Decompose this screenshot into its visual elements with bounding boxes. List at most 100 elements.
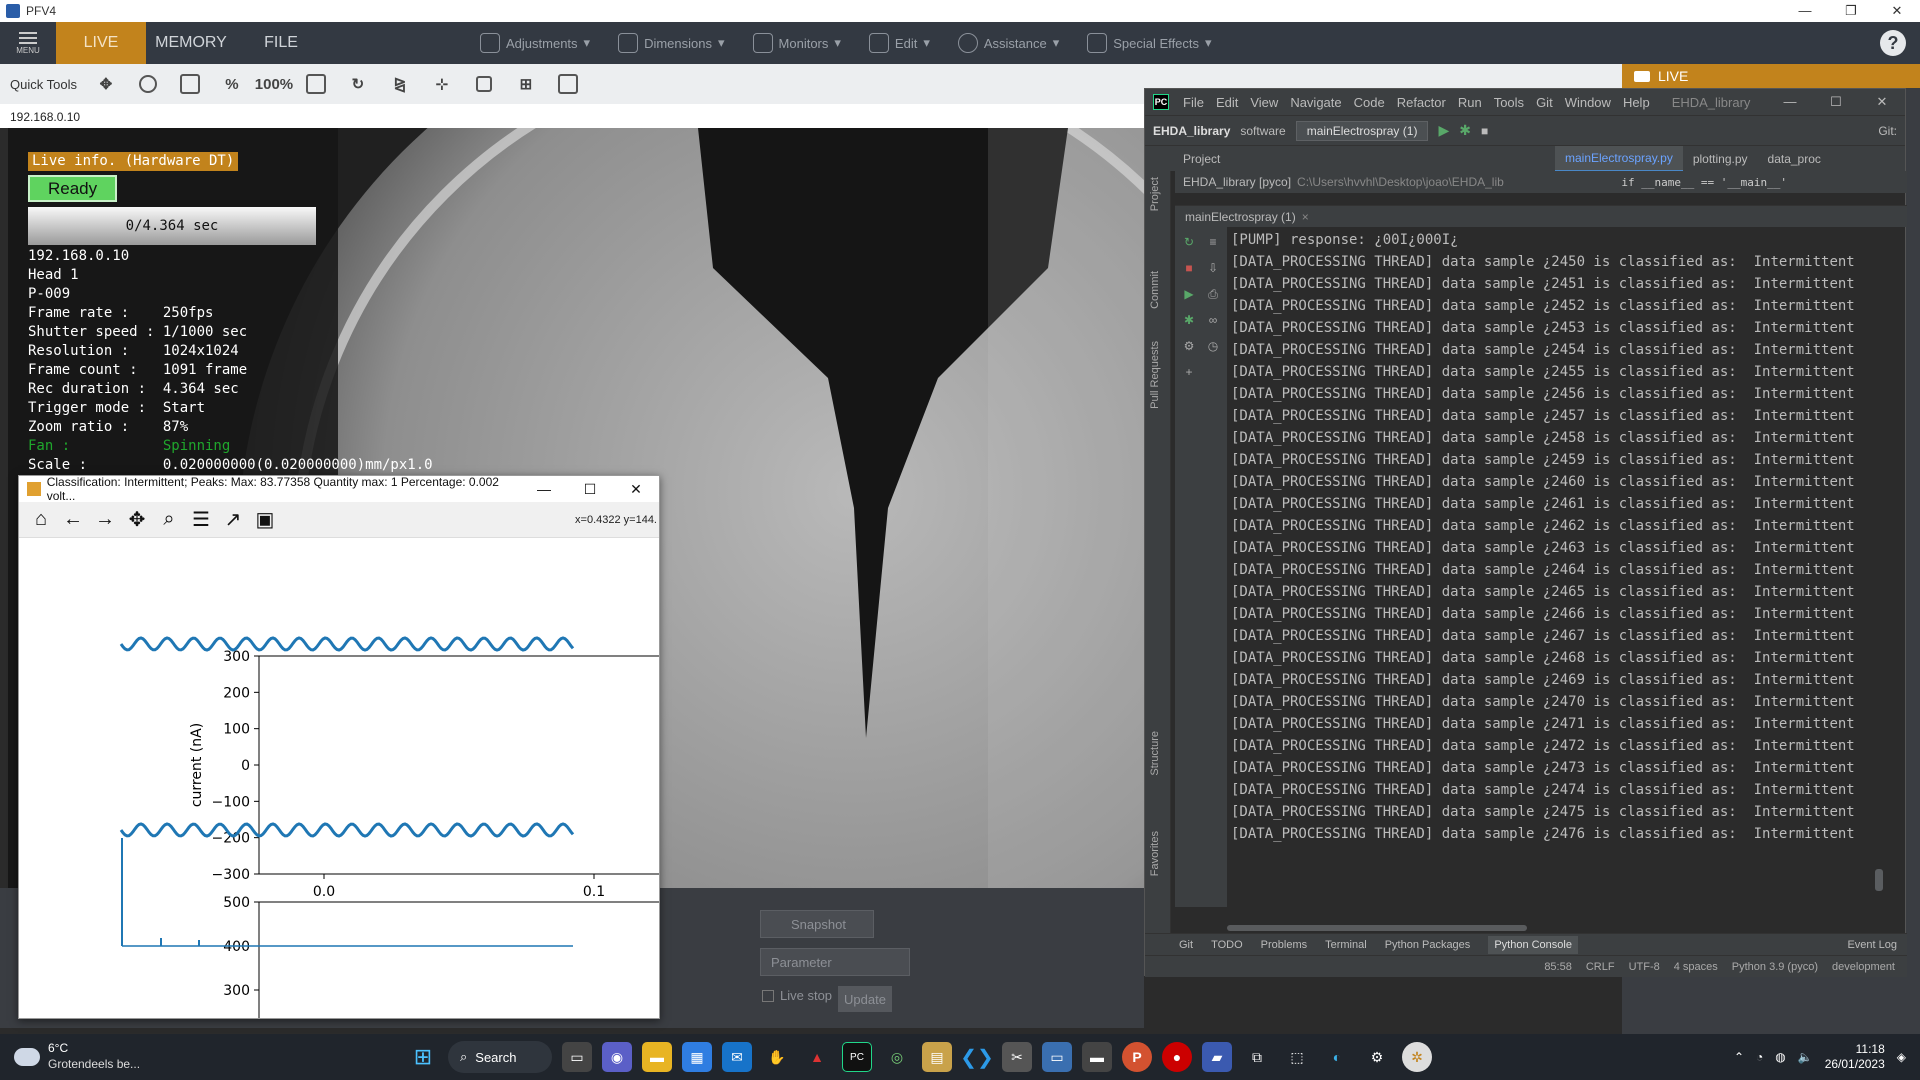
tab-live[interactable]: LIVE: [56, 22, 146, 64]
line-separator[interactable]: CRLF: [1586, 961, 1615, 973]
taskbar-search[interactable]: ⌕ Search: [448, 1041, 552, 1073]
split-4-icon[interactable]: ⊞: [509, 69, 543, 99]
mail-icon[interactable]: ✉: [722, 1042, 752, 1072]
teams-icon[interactable]: ◉: [602, 1042, 632, 1072]
network-app-icon[interactable]: ⧉: [1242, 1042, 1272, 1072]
run-console[interactable]: [PUMP] response: ¿00I¿000I¿ [DATA_PROCESS…: [1227, 227, 1887, 907]
menu-file[interactable]: File: [1177, 95, 1210, 110]
globe-icon[interactable]: ◍: [1775, 1050, 1785, 1064]
configure-icon[interactable]: ☰: [189, 508, 213, 532]
lock-icon[interactable]: [467, 69, 501, 99]
history-icon[interactable]: ◷: [1201, 335, 1225, 357]
minimize-button[interactable]: —: [1782, 3, 1828, 19]
forward-icon[interactable]: →: [93, 508, 117, 532]
menu-monitors[interactable]: Monitors ▾: [739, 22, 855, 64]
settings-icon[interactable]: ⚙: [1177, 335, 1201, 357]
menu-git[interactable]: Git: [1530, 95, 1559, 110]
glasses-icon[interactable]: ∞: [1201, 309, 1225, 331]
windows-start-icon[interactable]: ⊞: [408, 1042, 438, 1072]
cursor-position[interactable]: 85:58: [1544, 961, 1572, 973]
back-icon[interactable]: ←: [61, 508, 85, 532]
edit-curve-icon[interactable]: ↗: [221, 508, 245, 532]
app-teal-icon[interactable]: ⬚: [1282, 1042, 1312, 1072]
close-button[interactable]: ✕: [613, 481, 659, 498]
live-stop-checkbox[interactable]: Live stop: [762, 988, 832, 1003]
app-globe-icon[interactable]: ◎: [882, 1042, 912, 1072]
settings-icon[interactable]: ⚙: [1362, 1042, 1392, 1072]
menu-tools[interactable]: Tools: [1488, 95, 1530, 110]
menu-view[interactable]: View: [1244, 95, 1284, 110]
bottom-tab-python-console[interactable]: Python Console: [1488, 935, 1578, 954]
menu-adjustments[interactable]: Adjustments ▾: [466, 22, 604, 64]
indent[interactable]: 4 spaces: [1674, 961, 1718, 973]
console-scrollbar[interactable]: [1875, 239, 1883, 907]
volume-icon[interactable]: 🔈: [1798, 1050, 1813, 1064]
menu-window[interactable]: Window: [1559, 95, 1617, 110]
powerpoint-icon[interactable]: P: [1122, 1042, 1152, 1072]
menu-edit[interactable]: Edit ▾: [855, 22, 944, 64]
wrap-icon[interactable]: ≡: [1201, 231, 1225, 253]
menu-run[interactable]: Run: [1452, 95, 1488, 110]
menu-special-effects[interactable]: Special Effects ▾: [1073, 22, 1225, 64]
menu-edit[interactable]: Edit: [1210, 95, 1244, 110]
weather-widget[interactable]: 6°C Grotendeels be...: [14, 1040, 140, 1072]
app-blue-icon[interactable]: ▰: [1202, 1042, 1232, 1072]
app-hand-icon[interactable]: ✋: [762, 1042, 792, 1072]
side-tab-structure[interactable]: Structure: [1149, 731, 1161, 776]
project-view-label[interactable]: Project: [1175, 152, 1555, 166]
stop-icon[interactable]: ■: [1177, 257, 1201, 279]
app-window-icon[interactable]: ▭: [1042, 1042, 1072, 1072]
close-button[interactable]: ✕: [1859, 94, 1905, 110]
plot-canvas[interactable]: 3002001000−100−200−3000.0 0.1current (nA)…: [19, 538, 660, 1019]
home-icon[interactable]: ⌂: [29, 508, 53, 532]
menu-dimensions[interactable]: Dimensions ▾: [604, 22, 738, 64]
maximize-button[interactable]: ☐: [567, 481, 613, 498]
run-icon[interactable]: ▶: [1177, 283, 1201, 305]
debug-icon[interactable]: ✱: [1459, 122, 1471, 139]
menu-assistance[interactable]: Assistance ▾: [944, 22, 1073, 64]
tab-file[interactable]: FILE: [236, 22, 326, 64]
zoom-icon[interactable]: ⌕: [157, 508, 181, 532]
store-icon[interactable]: ▦: [682, 1042, 712, 1072]
help-icon[interactable]: ?: [1880, 30, 1906, 56]
tab-plotting[interactable]: plotting.py: [1683, 146, 1758, 172]
minimize-button[interactable]: —: [521, 481, 567, 498]
interpreter[interactable]: Python 3.9 (pyco): [1732, 961, 1818, 973]
print-icon[interactable]: ⎙: [1201, 283, 1225, 305]
maximize-button[interactable]: ☐: [1813, 94, 1859, 110]
chevron-up-icon[interactable]: ⌃: [1734, 1050, 1744, 1064]
split-2-icon[interactable]: [551, 69, 585, 99]
app-image-icon[interactable]: ▤: [922, 1042, 952, 1072]
snapshot-button[interactable]: Snapshot: [760, 910, 874, 938]
edge-icon[interactable]: ◐: [1322, 1042, 1352, 1072]
tab-main-electrospray[interactable]: mainElectrospray.py: [1555, 145, 1683, 172]
side-tab-commit[interactable]: Commit: [1149, 271, 1161, 309]
grid-x-icon[interactable]: ⊹: [425, 69, 459, 99]
clock[interactable]: 11:18 26/01/2023: [1825, 1042, 1885, 1072]
menu-button[interactable]: MENU: [0, 22, 56, 64]
menu-help[interactable]: Help: [1617, 95, 1656, 110]
zoom-in-icon[interactable]: [131, 69, 165, 99]
notification-icon[interactable]: ◈: [1897, 1050, 1906, 1064]
bottom-tab-todo[interactable]: TODO: [1211, 939, 1243, 951]
snipping-tool-icon[interactable]: ✂: [1002, 1042, 1032, 1072]
side-tab-favorites[interactable]: Favorites: [1149, 831, 1161, 876]
flip-icon[interactable]: ⧎: [383, 69, 417, 99]
task-view-icon[interactable]: ▭: [562, 1042, 592, 1072]
rerun-icon[interactable]: ↻: [1177, 231, 1201, 253]
pycharm-taskbar-icon[interactable]: PC: [842, 1042, 872, 1072]
close-icon[interactable]: ×: [1302, 210, 1309, 224]
tab-data-proc[interactable]: data_proc: [1758, 146, 1831, 172]
side-tab-pull-requests[interactable]: Pull Requests: [1149, 341, 1161, 409]
matlab-icon[interactable]: ▲: [802, 1042, 832, 1072]
zoom-100-icon[interactable]: 100%: [255, 69, 293, 99]
move-icon[interactable]: ✥: [89, 69, 123, 99]
zoom-region-icon[interactable]: [173, 69, 207, 99]
debug-icon[interactable]: ✱: [1177, 309, 1201, 331]
rotate-icon[interactable]: ↻: [341, 69, 375, 99]
menu-navigate[interactable]: Navigate: [1284, 95, 1347, 110]
run-config-select[interactable]: mainElectrospray (1): [1295, 120, 1429, 141]
run-tab[interactable]: mainElectrospray (1): [1185, 210, 1296, 224]
vscode-icon[interactable]: ❮❯: [960, 1042, 994, 1072]
file-explorer-icon[interactable]: ▬: [642, 1042, 672, 1072]
